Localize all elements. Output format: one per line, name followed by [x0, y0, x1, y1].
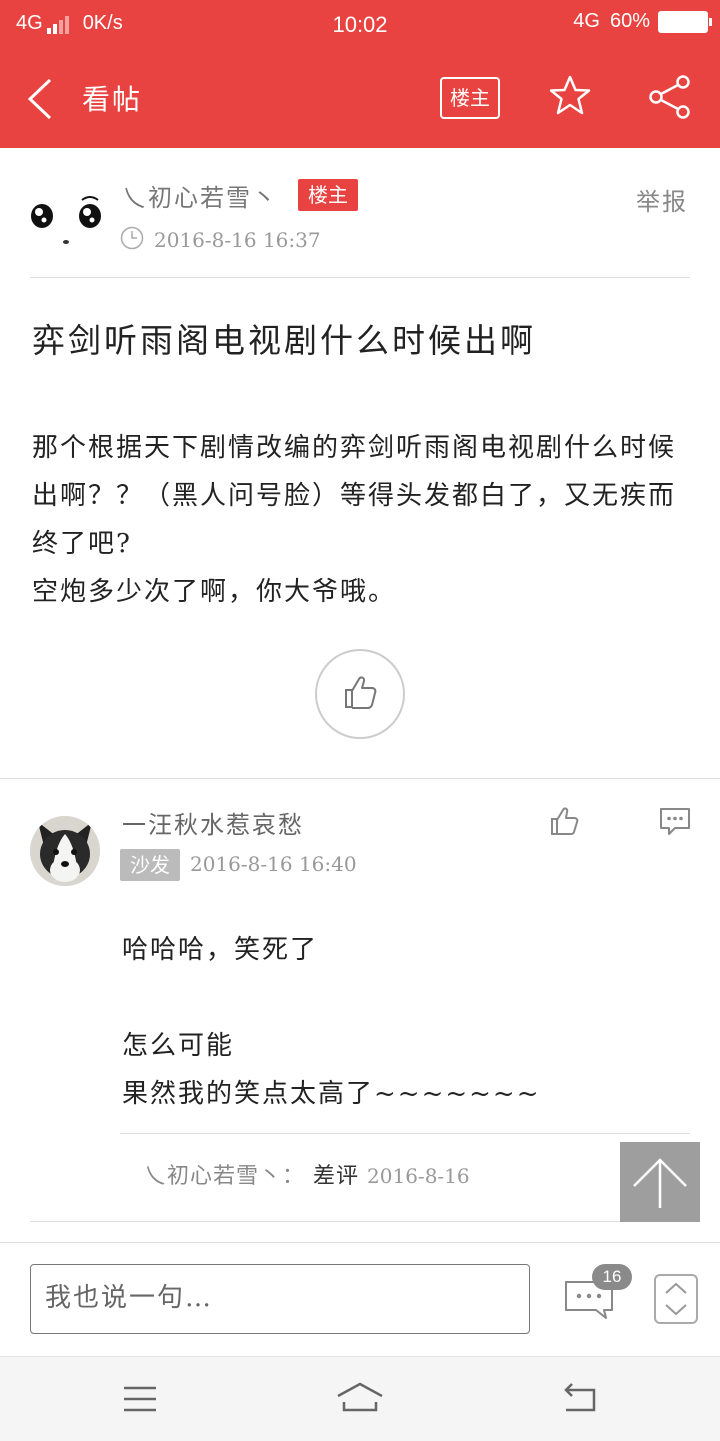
star-icon[interactable]: [548, 74, 592, 118]
author-avatar[interactable]: [30, 180, 106, 256]
reply-time: 2016-8-16 16:40: [190, 852, 357, 876]
share-icon[interactable]: [648, 74, 692, 120]
thumbs-up-icon: [345, 676, 377, 709]
status-right: 4G 60%: [573, 10, 712, 33]
divider: [30, 1221, 690, 1222]
page-jump-button[interactable]: [654, 1274, 698, 1324]
reply-body: 哈哈哈，笑死了 怎么可能 果然我的笑点太高了~~~~~~~: [122, 935, 541, 1109]
page-title: 看帖: [82, 83, 143, 116]
menu-icon[interactable]: [122, 1384, 158, 1414]
section-divider: [0, 778, 720, 779]
owner-badge: 楼主: [298, 179, 358, 211]
reply-author-avatar[interactable]: [30, 816, 100, 886]
reply-like-icon[interactable]: [548, 804, 582, 838]
nav-back-icon[interactable]: [560, 1380, 600, 1416]
arrow-up-icon: [633, 1158, 687, 1208]
post-time: 2016-8-16 16:37: [154, 228, 321, 252]
reply-comment-icon[interactable]: [658, 804, 692, 838]
comment-input-box[interactable]: [30, 1264, 530, 1334]
comment-count-badge: 16: [592, 1264, 632, 1290]
only-owner-button[interactable]: 楼主: [440, 77, 500, 119]
divider: [0, 1242, 720, 1243]
back-icon[interactable]: [26, 76, 56, 122]
divider: [120, 1133, 690, 1134]
sub-reply-text: 差评: [313, 1164, 360, 1189]
network-type-right: 4G: [573, 10, 600, 32]
sub-reply-time: 2016-8-16: [367, 1164, 470, 1188]
report-link[interactable]: 举报: [636, 182, 688, 217]
scroll-to-top-button[interactable]: [620, 1142, 700, 1222]
sub-reply-author[interactable]: 乀初心若雪丶：: [144, 1164, 305, 1189]
like-button[interactable]: [315, 649, 405, 739]
battery-icon: [658, 10, 712, 33]
sub-reply[interactable]: 乀初心若雪丶： 差评 2016-8-16: [144, 1158, 470, 1190]
up-down-icon: [665, 1282, 687, 1316]
home-icon[interactable]: [336, 1380, 384, 1416]
battery-level: 60%: [609, 10, 650, 32]
floor-badge: 沙发: [120, 849, 180, 881]
clock-icon: [120, 226, 144, 250]
post-body: 那个根据天下剧情改编的弈剑听雨阁电视剧什么时候出啊？？（黑人问号脸）等得头发都白…: [32, 433, 677, 607]
comment-input[interactable]: [43, 1265, 517, 1331]
post-title: 弈剑听雨阁电视剧什么时候出啊: [32, 321, 536, 360]
post-author-name[interactable]: 乀初心若雪丶: [122, 178, 278, 213]
divider: [30, 277, 690, 278]
reply-author-name[interactable]: 一汪秋水惹哀愁: [122, 805, 304, 840]
status-bar: 4G 0K/s 10:02 4G 60%: [0, 0, 720, 50]
